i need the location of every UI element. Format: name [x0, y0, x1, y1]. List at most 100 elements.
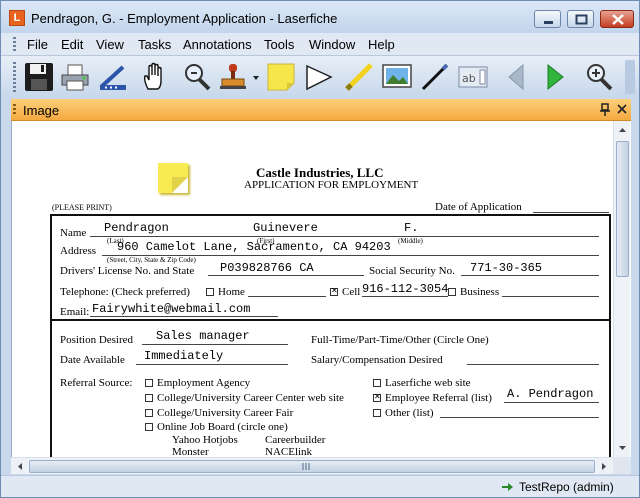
laserfiche-web-checkbox[interactable] — [373, 379, 381, 387]
image-viewport[interactable]: Castle Industries, LLC APPLICATION FOR E… — [11, 121, 631, 457]
ssn-value[interactable]: 771-30-365 — [470, 261, 542, 275]
highlighter-button[interactable] — [343, 61, 375, 93]
section-border-left — [50, 214, 52, 457]
print-button[interactable] — [59, 61, 91, 93]
hint-middle: (Middle) — [398, 237, 423, 245]
telephone-label: Telephone: (Check preferred) — [60, 286, 190, 298]
text-box-icon: ab — [458, 66, 488, 88]
pan-hand-icon — [143, 62, 162, 90]
toolbar: ab — [1, 55, 639, 97]
menu-help[interactable]: Help — [368, 37, 395, 52]
menu-edit[interactable]: Edit — [61, 37, 83, 52]
monster-option[interactable]: Monster — [172, 446, 209, 457]
date-of-application-label: Date of Application — [435, 201, 522, 213]
other-referral-line — [440, 417, 599, 418]
address-value[interactable]: 960 Camelot Lane, Sacramento, CA 94203 — [117, 240, 391, 254]
vertical-scrollbar[interactable] — [613, 121, 630, 457]
name-line — [90, 236, 599, 237]
minimize-button[interactable] — [534, 10, 561, 28]
pane-close-button[interactable] — [616, 102, 628, 116]
close-button[interactable] — [600, 10, 634, 28]
college-fair-label: College/University Career Fair — [157, 407, 294, 419]
business-checkbox[interactable] — [448, 288, 456, 296]
other-referral-checkbox[interactable] — [373, 409, 381, 417]
pointer-icon — [306, 64, 333, 91]
college-fair-checkbox[interactable] — [145, 409, 153, 417]
laserfiche-app-icon: L — [9, 10, 25, 26]
menu-tools[interactable]: Tools — [264, 37, 294, 52]
business-phone-line — [502, 296, 599, 297]
print-icon — [61, 64, 89, 91]
sticky-note-button[interactable] — [265, 61, 297, 93]
cell-checkbox[interactable] — [330, 286, 338, 296]
pointer-button[interactable] — [303, 61, 335, 93]
scroll-grip-icon — [302, 463, 310, 470]
magnifier-button[interactable] — [583, 61, 615, 93]
toolbar-grip[interactable] — [13, 62, 16, 92]
minimize-icon — [544, 21, 553, 24]
drivers-license-value[interactable]: P039828766 CA — [220, 261, 314, 275]
pane-grip[interactable] — [13, 104, 16, 116]
scroll-left-icon[interactable] — [12, 459, 28, 474]
sticky-note-annotation[interactable] — [158, 163, 188, 193]
employee-referral-checkbox[interactable] — [373, 392, 381, 402]
toolbar-overflow-button[interactable] — [625, 60, 635, 94]
zoom-icon — [185, 64, 211, 91]
horizontal-scrollbar[interactable] — [11, 457, 613, 474]
employee-referral-label: Employee Referral (list) — [385, 392, 492, 404]
pan-button[interactable] — [139, 61, 171, 93]
menu-view[interactable]: View — [96, 37, 124, 52]
cell-phone-line — [362, 296, 448, 297]
vertical-scroll-thumb[interactable] — [616, 141, 629, 277]
email-value[interactable]: Fairywhite@webmail.com — [92, 302, 250, 316]
employee-referral-value[interactable]: A. Pendragon — [507, 387, 593, 401]
name-middle-value[interactable]: F. — [404, 221, 418, 235]
text-box-button[interactable]: ab — [457, 61, 489, 93]
scroll-up-icon[interactable] — [615, 122, 630, 138]
home-phone-line — [248, 296, 326, 297]
maximize-button[interactable] — [567, 10, 594, 28]
menu-window[interactable]: Window — [309, 37, 355, 52]
fulltime-label: Full-Time/Part-Time/Other (Circle One) — [311, 334, 489, 346]
name-last-value[interactable]: Pendragon — [104, 221, 169, 235]
address-label: Address — [60, 245, 97, 257]
nacelink-option[interactable]: NACElink — [265, 446, 312, 457]
horizontal-scroll-thumb[interactable] — [29, 460, 595, 473]
college-web-checkbox[interactable] — [145, 394, 153, 402]
save-button[interactable] — [23, 61, 55, 93]
scroll-down-icon[interactable] — [615, 440, 630, 456]
yahoo-hotjobs-option[interactable]: Yahoo Hotjobs — [172, 434, 238, 446]
address-hint: (Street, City, State & Zip Code) — [107, 256, 196, 264]
menu-grip[interactable] — [13, 37, 16, 51]
zoom-button[interactable] — [181, 61, 213, 93]
highlighter-icon — [345, 63, 373, 91]
pin-icon[interactable] — [599, 103, 611, 117]
forward-button[interactable] — [539, 61, 571, 93]
menu-file[interactable]: File — [27, 37, 48, 52]
position-label: Position Desired — [60, 334, 134, 346]
careerbuilder-option[interactable]: Careerbuilder — [265, 434, 325, 446]
menu-tasks[interactable]: Tasks — [138, 37, 171, 52]
position-value[interactable]: Sales manager — [156, 329, 250, 343]
date-of-application-line[interactable] — [533, 212, 609, 213]
menu-annotations[interactable]: Annotations — [183, 37, 252, 52]
stamp-dropdown-icon[interactable] — [253, 75, 259, 81]
date-available-value[interactable]: Immediately — [144, 349, 223, 363]
cell-value[interactable]: 916-112-3054 — [362, 282, 448, 296]
scroll-corner — [613, 457, 631, 474]
scanner-icon — [99, 65, 126, 90]
window-title: Pendragon, G. - Employment Application -… — [31, 11, 338, 26]
image-icon — [382, 64, 412, 88]
online-board-checkbox[interactable] — [145, 423, 153, 431]
home-checkbox[interactable] — [206, 288, 214, 296]
scroll-right-icon[interactable] — [596, 459, 612, 474]
back-button[interactable] — [501, 61, 533, 93]
name-first-value[interactable]: Guinevere — [253, 221, 318, 235]
stamp-button[interactable] — [217, 61, 249, 93]
pen-button[interactable] — [419, 61, 451, 93]
other-referral-label: Other (list) — [385, 407, 434, 419]
scan-button[interactable] — [97, 61, 129, 93]
image-button[interactable] — [381, 61, 413, 93]
salary-line — [467, 364, 599, 365]
employment-agency-checkbox[interactable] — [145, 379, 153, 387]
